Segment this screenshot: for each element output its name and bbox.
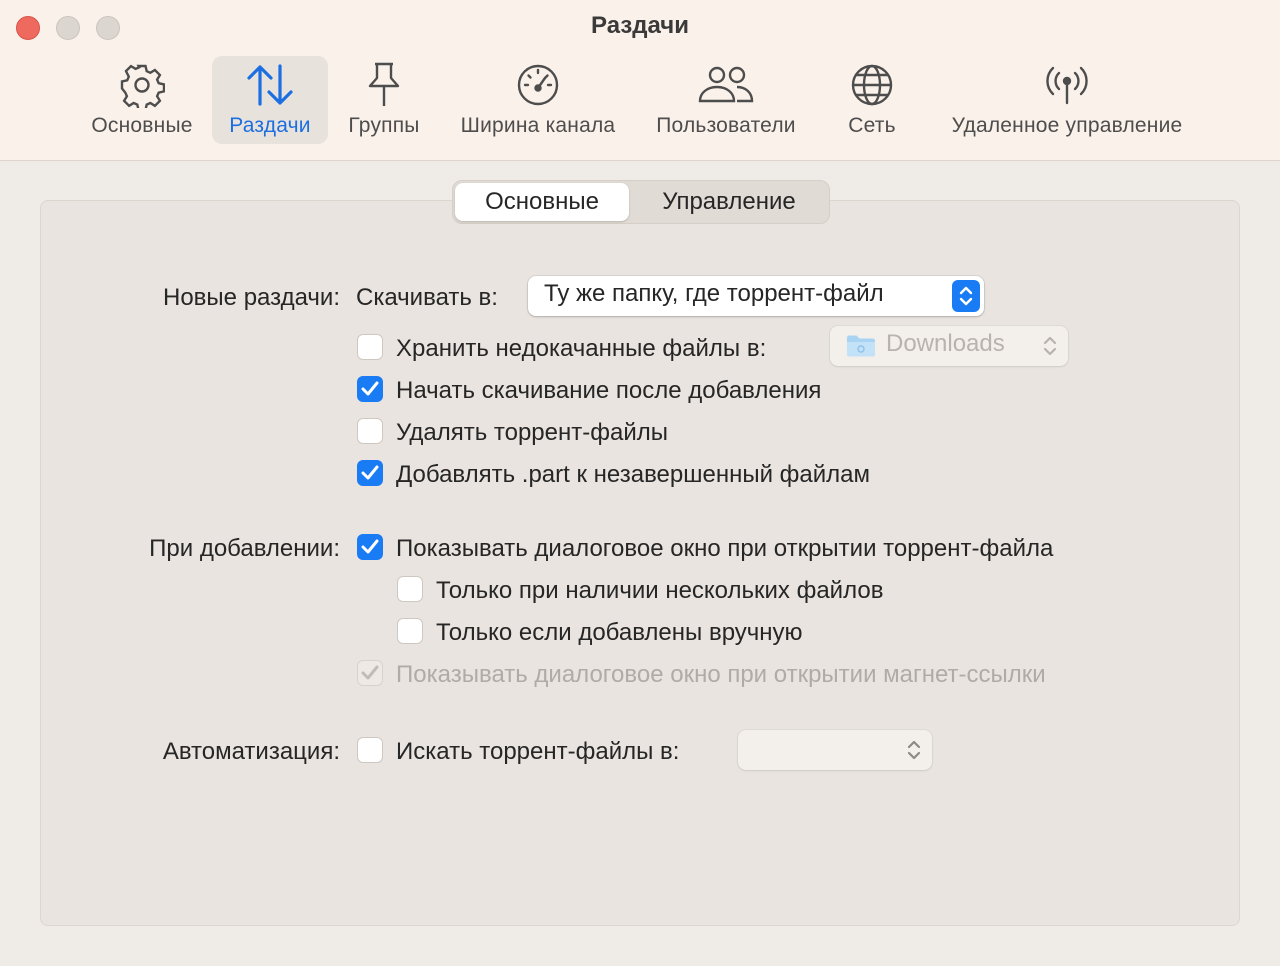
window-title: Раздачи — [591, 12, 689, 39]
toolbar-item-users[interactable]: Пользователи — [642, 56, 810, 144]
watch-folder-popup[interactable] — [738, 730, 932, 770]
start-after-add-label: Начать скачивание после добавления — [396, 377, 822, 404]
checkmark-icon — [361, 381, 379, 396]
toolbar-item-transfers[interactable]: Раздачи — [212, 56, 328, 144]
only-manual-checkbox[interactable] — [397, 618, 423, 644]
toolbar-label: Основные — [91, 114, 193, 137]
only-multiple-label: Только при наличии нескольких файлов — [436, 577, 884, 604]
toolbar-item-bandwidth[interactable]: Ширина канала — [446, 56, 630, 144]
toolbar-label: Пользователи — [656, 114, 796, 137]
automation-label: Автоматизация: — [162, 738, 340, 765]
watch-folder-checkbox[interactable] — [357, 737, 383, 763]
checkmark-icon — [361, 539, 379, 554]
toolbar-label: Раздачи — [229, 114, 311, 137]
globe-icon — [850, 56, 894, 114]
keep-incomplete-label: Хранить недокачанные файлы в: — [396, 335, 767, 362]
watch-folder-label: Искать торрент-файлы в: — [396, 738, 680, 765]
toolbar-item-general[interactable]: Основные — [80, 56, 204, 144]
toolbar-label: Ширина канала — [460, 114, 616, 137]
transfers-arrows-icon — [245, 56, 295, 114]
start-after-add-checkbox[interactable] — [357, 376, 383, 402]
gear-icon — [119, 56, 165, 114]
add-part-label: Добавлять .part к незавершенный файлам — [396, 461, 871, 488]
on-add-label: При добавлении: — [149, 535, 340, 562]
toolbar-label: Сеть — [848, 114, 896, 137]
chevron-updown-icon — [1042, 332, 1058, 365]
tab-control: Основные Управление — [452, 180, 830, 224]
users-icon — [697, 56, 755, 114]
show-dialog-checkbox[interactable] — [357, 534, 383, 560]
checkmark-icon — [361, 665, 379, 680]
folder-icon — [846, 334, 876, 363]
pin-icon — [364, 56, 404, 114]
toolbar-item-groups[interactable]: Группы — [336, 56, 432, 144]
tab-management[interactable]: Управление — [631, 183, 827, 221]
show-magnet-label: Показывать диалоговое окно при открытии … — [396, 661, 1046, 688]
show-dialog-label: Показывать диалоговое окно при открытии … — [396, 535, 1054, 562]
download-location-popup[interactable]: Ту же папку, где торрент-файл — [528, 276, 984, 316]
toolbar-item-network[interactable]: Сеть — [832, 56, 912, 144]
add-part-checkbox[interactable] — [357, 460, 383, 486]
preferences-window: Раздачи Основные Раздачи Группы Ширина к… — [0, 0, 1280, 966]
antenna-icon — [1044, 56, 1090, 114]
toolbar-item-remote[interactable]: Удаленное управление — [932, 56, 1202, 144]
only-multiple-checkbox[interactable] — [397, 576, 423, 602]
chevron-updown-icon — [952, 280, 980, 312]
checkmark-icon — [361, 465, 379, 480]
show-magnet-checkbox[interactable] — [357, 660, 383, 686]
keep-incomplete-checkbox[interactable] — [357, 334, 383, 360]
delete-torrents-label: Удалять торрент-файлы — [396, 419, 668, 446]
delete-torrents-checkbox[interactable] — [357, 418, 383, 444]
tab-general[interactable]: Основные — [455, 183, 629, 221]
download-to-label: Скачивать в: — [356, 284, 498, 311]
speedometer-icon — [516, 56, 560, 114]
incomplete-folder-popup[interactable]: Downloads — [830, 326, 1068, 366]
incomplete-folder-value: Downloads — [886, 330, 1005, 357]
download-location-value: Ту же папку, где торрент-файл — [544, 280, 884, 307]
toolbar-label: Удаленное управление — [951, 114, 1183, 137]
new-transfers-label: Новые раздачи: — [163, 284, 340, 311]
toolbar-label: Группы — [348, 114, 420, 137]
only-manual-label: Только если добавлены вручную — [436, 619, 803, 646]
title-bar: Раздачи Основные Раздачи Группы Ширина к… — [0, 0, 1280, 161]
chevron-updown-icon — [906, 736, 922, 769]
